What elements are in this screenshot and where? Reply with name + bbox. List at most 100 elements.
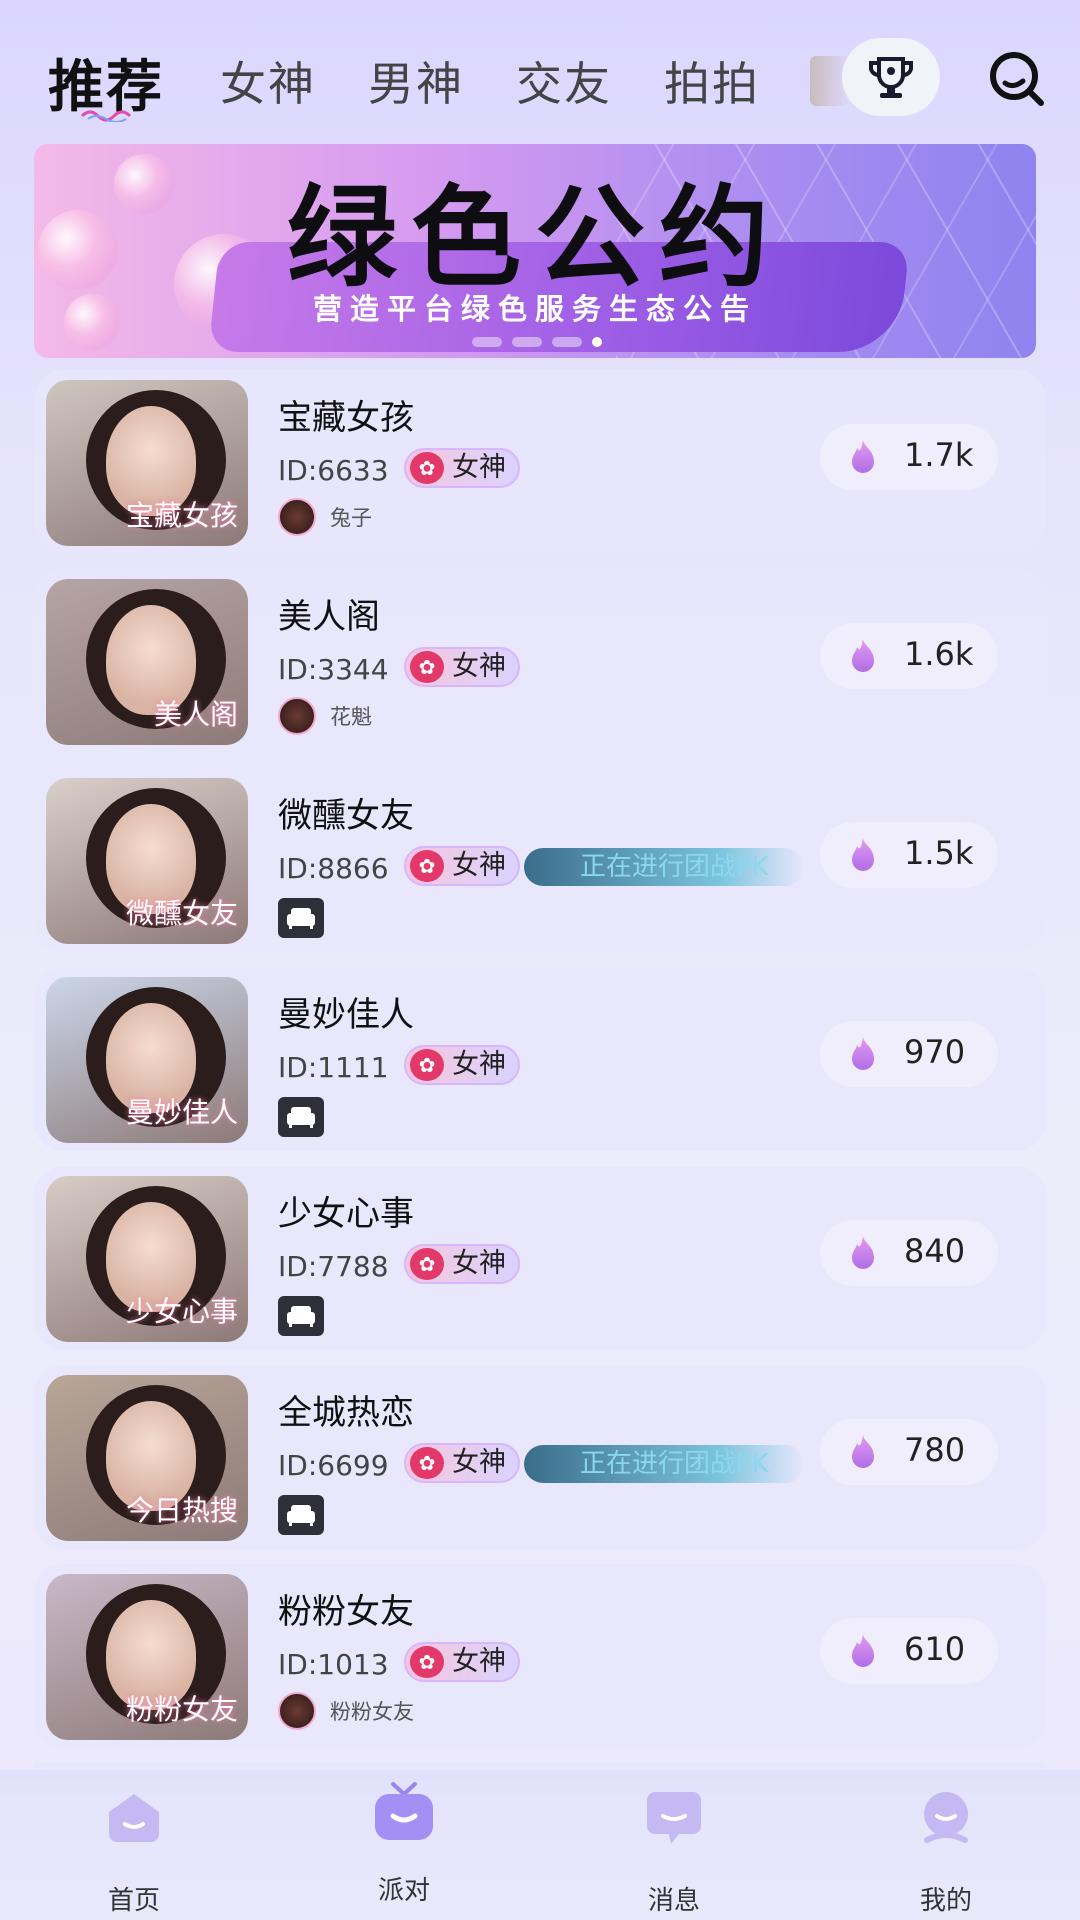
cover-title-text: 宝藏女孩 [125,499,238,532]
pk-status-banner: 正在进行团战PK [524,848,804,886]
flame-icon [852,1435,874,1468]
avatar [278,498,316,536]
seat-icon [278,1296,324,1336]
host-name: 兔子 [330,506,372,530]
room-card[interactable]: 宝藏女孩 宝藏女孩 ID:6633 ✿ 女神 兔子 1.7k [34,370,1046,554]
seat-icon [278,898,324,938]
page-dot [552,337,582,347]
room-card[interactable]: 美人阁 美人阁 ID:3344 ✿ 女神 花魁 1.6k [34,569,1046,753]
cover-title-text: 微醺女友 [125,897,238,930]
nav-messages-label: 消息 [647,1886,700,1916]
room-cover-image: 宝藏女孩 [46,380,248,546]
seat-icon [278,1495,324,1535]
room-heat: 970 [820,1021,998,1087]
room-name: 全城热恋 [278,1393,414,1433]
nav-party[interactable]: 派对 [344,1780,464,1907]
tab-goddess[interactable]: 女神 [220,48,316,114]
room-category-badge: ✿ 女神 [404,846,520,886]
flame-icon [852,639,874,672]
tab-paipai[interactable]: 拍拍 [664,48,760,114]
nav-home-label: 首页 [107,1886,160,1916]
host-name: 粉粉女友 [330,1700,414,1724]
nav-profile[interactable]: 我的 [886,1790,1006,1917]
banner-subtitle: 营造平台绿色服务生态公告 [312,292,757,326]
banner-pagination [472,337,602,347]
room-category-label: 女神 [452,1248,506,1279]
nav-messages[interactable]: 消息 [614,1790,734,1917]
room-heat: 610 [820,1618,998,1684]
tab-friends[interactable]: 交友 [516,48,612,114]
room-category-badge: ✿ 女神 [404,1244,520,1284]
room-id: ID:7788 [278,1250,389,1283]
room-id: ID:6633 [278,454,389,487]
party-tv-icon [375,1782,433,1840]
tab-god[interactable]: 男神 [368,48,464,114]
message-icon [647,1792,701,1844]
nav-profile-label: 我的 [919,1886,972,1916]
room-heat: 780 [820,1419,998,1485]
page-dot-active [592,337,602,347]
room-id: ID:1013 [278,1648,389,1681]
bottom-nav: 首页 派对 消息 我的 [0,1770,1080,1920]
announcement-banner[interactable]: 绿色公约 营造平台绿色服务生态公告 [34,144,1036,358]
nav-home[interactable]: 首页 [74,1790,194,1917]
heat-value: 1.7k [904,436,974,474]
cover-title-text: 少女心事 [125,1295,238,1328]
heat-value: 610 [904,1630,966,1668]
heat-value: 1.5k [904,834,974,872]
flame-icon [852,440,874,473]
active-tab-indicator [80,110,132,122]
seat-icon [278,1097,324,1137]
room-card[interactable]: 曼妙佳人 曼妙佳人 ID:1111 ✿ 女神 970 [34,967,1046,1151]
room-category-badge: ✿ 女神 [404,1045,520,1085]
cover-title-text: 美人阁 [153,698,238,731]
room-heat: 1.7k [820,424,998,490]
room-cover-image: 美人阁 [46,579,248,745]
flame-icon [852,1634,874,1667]
room-card[interactable]: 微醺女友 微醺女友 ID:8866 ✿ 女神 正在进行团战PK 1.5k [34,768,1046,952]
search-button[interactable] [986,48,1048,110]
room-category-label: 女神 [452,1646,506,1677]
cover-title-text: 粉粉女友 [125,1693,238,1726]
room-cover-image: 微醺女友 [46,778,248,944]
room-category-badge: ✿ 女神 [404,647,520,687]
room-category-label: 女神 [452,850,506,881]
room-card[interactable]: 粉粉女友 粉粉女友 ID:1013 ✿ 女神 粉粉女友 610 [34,1564,1046,1748]
room-name: 曼妙佳人 [278,995,414,1035]
room-category-label: 女神 [452,452,506,483]
room-host[interactable]: 花魁 [278,697,372,735]
room-category-label: 女神 [452,651,506,682]
goddess-badge-icon: ✿ [410,1646,444,1678]
goddess-badge-icon: ✿ [410,1049,444,1081]
pk-status-banner: 正在进行团战PK [524,1445,804,1483]
page-dot [512,337,542,347]
room-card[interactable]: 今日热搜 全城热恋 ID:6699 ✿ 女神 正在进行团战PK 780 [34,1365,1046,1549]
room-id: ID:6699 [278,1449,389,1482]
room-heat: 1.6k [820,623,998,689]
rank-button[interactable] [842,38,940,116]
room-id: ID:8866 [278,852,389,885]
room-name: 美人阁 [278,597,380,637]
room-name: 微醺女友 [278,796,414,836]
trophy-icon [869,57,913,98]
flame-icon [852,838,874,871]
room-heat: 840 [820,1220,998,1286]
room-host[interactable]: 兔子 [278,498,372,536]
goddess-badge-icon: ✿ [410,651,444,683]
avatar [278,1692,316,1730]
top-nav: 推荐 女神 男神 交友 拍拍 [0,0,1080,140]
room-id: ID:1111 [278,1051,389,1084]
room-category-badge: ✿ 女神 [404,448,520,488]
room-id: ID:3344 [278,653,389,686]
room-card[interactable]: 少女心事 少女心事 ID:7788 ✿ 女神 840 [34,1166,1046,1350]
avatar [278,697,316,735]
room-name: 粉粉女友 [278,1592,414,1632]
room-name: 少女心事 [278,1194,414,1234]
heat-value: 780 [904,1431,966,1469]
room-host[interactable]: 粉粉女友 [278,1692,414,1730]
heat-value: 970 [904,1033,966,1071]
flame-icon [852,1037,874,1070]
room-cover-image: 曼妙佳人 [46,977,248,1143]
cover-title-text: 今日热搜 [125,1494,238,1527]
room-category-badge: ✿ 女神 [404,1443,520,1483]
